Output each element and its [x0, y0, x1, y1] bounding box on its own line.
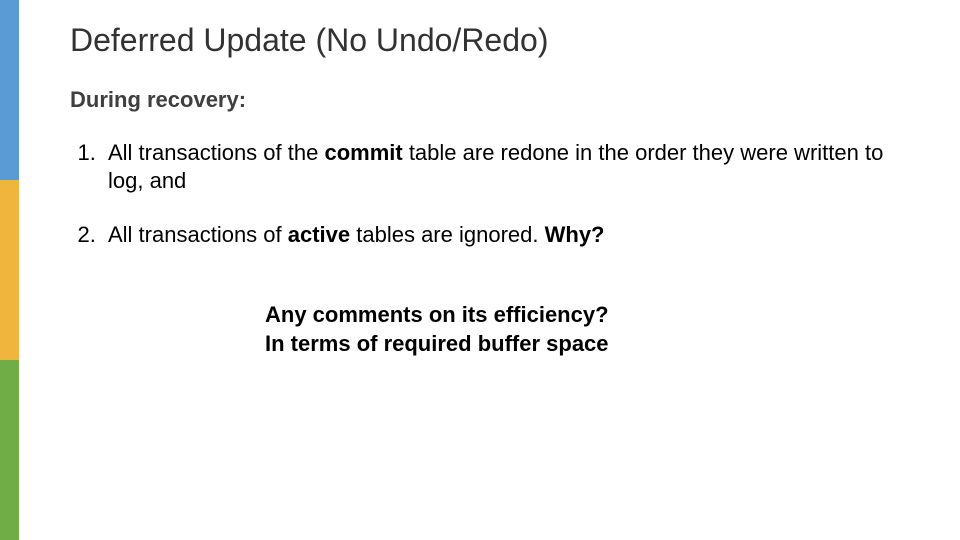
text-run-bold: active — [288, 222, 350, 247]
accent-bar — [0, 0, 19, 540]
accent-segment-green — [0, 360, 19, 540]
slide: Deferred Update (No Undo/Redo) During re… — [0, 0, 960, 540]
text-run-bold: Why? — [545, 222, 605, 247]
list-item: All transactions of the commit table are… — [102, 139, 920, 195]
callout-line: In terms of required buffer space — [265, 330, 920, 358]
text-run: All transactions of — [108, 222, 288, 247]
list-item: All transactions of active tables are ig… — [102, 221, 920, 249]
callout-line: Any comments on its efficiency? — [265, 301, 920, 329]
text-run: All transactions of the — [108, 140, 324, 165]
slide-title: Deferred Update (No Undo/Redo) — [70, 22, 920, 59]
text-run: tables are ignored. — [350, 222, 544, 247]
callout-block: Any comments on its efficiency? In terms… — [265, 301, 920, 357]
content-area: Deferred Update (No Undo/Redo) During re… — [70, 22, 920, 358]
text-run-bold: commit — [324, 140, 402, 165]
accent-segment-blue — [0, 0, 19, 180]
accent-segment-yellow — [0, 180, 19, 360]
section-subhead: During recovery: — [70, 87, 920, 113]
numbered-list: All transactions of the commit table are… — [76, 139, 920, 249]
